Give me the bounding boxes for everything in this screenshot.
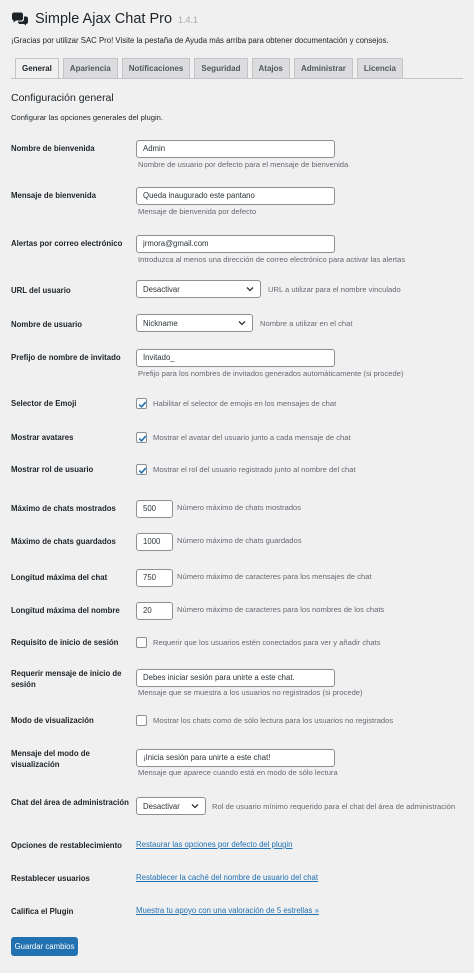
- setting-row-user-url: URL del usuario Desactivar URL a utiliza…: [0, 280, 474, 298]
- setting-description: Mostrar el rol del usuario registrado ju…: [153, 465, 356, 474]
- setting-label: Requisito de inicio de sesión: [11, 638, 119, 647]
- setting-label: Mostrar rol de usuario: [11, 465, 94, 474]
- setting-description: Nombre a utilizar en el chat: [260, 319, 353, 328]
- max-saved-input[interactable]: [136, 532, 173, 551]
- setting-label: Selector de Emoji: [11, 399, 77, 408]
- max-length-name-input[interactable]: [136, 601, 173, 620]
- setting-description: Número máximo de chats mostrados: [177, 503, 302, 512]
- reset-users-link[interactable]: Restablecer la caché del nombre de usuar…: [136, 873, 318, 882]
- select-value: Desactivar: [143, 801, 180, 811]
- setting-description: Número máximo de caracteres para los men…: [177, 572, 372, 581]
- welcome-message-input[interactable]: [136, 186, 335, 205]
- max-shown-input[interactable]: [136, 499, 173, 518]
- tab-divider: [11, 78, 463, 79]
- admin-chat-select[interactable]: Desactivar: [136, 797, 206, 815]
- settings-tabs: General Apariencia Notificaciones Seguri…: [15, 58, 407, 79]
- setting-description: Rol de usuario mínimo requerido para el …: [212, 802, 456, 811]
- page-title: Simple Ajax Chat Pro: [35, 11, 173, 27]
- checkmark-icon: [138, 435, 147, 442]
- setting-label: Prefijo de nombre de invitado: [11, 353, 121, 362]
- setting-description: Prefijo para los nombres de invitados ge…: [138, 369, 404, 378]
- setting-description: Mensaje de bienvenida por defecto: [138, 207, 257, 216]
- setting-row-emoji: Selector de Emoji Habilitar el selector …: [0, 398, 474, 409]
- setting-label: URL del usuario: [11, 286, 71, 295]
- checkmark-icon: [138, 467, 147, 474]
- tab-apariencia[interactable]: Apariencia: [62, 58, 118, 78]
- setting-label: Mensaje de bienvenida: [11, 191, 96, 200]
- setting-row-view-mode: Modo de visualización Mostrar los chats …: [0, 715, 474, 726]
- tab-licencia[interactable]: Licencia: [356, 58, 403, 78]
- guest-prefix-input[interactable]: [136, 348, 335, 367]
- setting-description: Habilitar el selector de emojis en los m…: [153, 399, 337, 408]
- setting-description: Número máximo de chats guardados: [177, 536, 302, 545]
- username-select[interactable]: Nickname: [136, 314, 253, 332]
- reset-options-link[interactable]: Restaurar las opciones por defecto del p…: [136, 840, 292, 849]
- setting-label: Califica el Plugin: [11, 907, 74, 916]
- setting-description: Nombre de usuario por defecto para el me…: [138, 160, 349, 169]
- setting-label: Opciones de restablecimiento: [11, 841, 122, 850]
- settings-page: Simple Ajax Chat Pro 1.4.1 ¡Gracias por …: [0, 0, 474, 973]
- setting-description: Requerir que los usuarios estén conectad…: [153, 638, 381, 647]
- setting-label: Nombre de bienvenida: [11, 144, 95, 153]
- setting-label: Alertas por correo electrónico: [11, 239, 123, 248]
- setting-label: Restablecer usuarios: [11, 874, 90, 883]
- setting-row-admin-chat: Chat del área de administración Desactiv…: [0, 797, 474, 815]
- setting-description: Mostrar el avatar del usuario junto a ca…: [153, 433, 351, 442]
- tab-atajos[interactable]: Atajos: [251, 58, 290, 78]
- section-description: Configurar las opciones generales del pl…: [11, 113, 163, 122]
- select-value: Desactivar: [143, 284, 180, 294]
- checkmark-icon: [138, 401, 147, 408]
- version-badge: 1.4.1: [178, 15, 199, 25]
- welcome-name-input[interactable]: [136, 139, 335, 158]
- setting-label: Máximo de chats guardados: [11, 537, 116, 546]
- setting-label: Chat del área de administración: [11, 798, 129, 807]
- setting-description: Mensaje que aparece cuando está en modo …: [138, 768, 338, 777]
- setting-label: Longitud máxima del nombre: [11, 606, 120, 615]
- setting-label: Nombre de usuario: [11, 320, 83, 329]
- tab-administrar[interactable]: Administrar: [293, 58, 353, 78]
- setting-label: Requerir mensaje de inicio de sesión: [11, 669, 122, 689]
- section-title: Configuración general: [11, 92, 114, 104]
- page-header: Simple Ajax Chat Pro 1.4.1: [11, 9, 198, 29]
- setting-label: Mostrar avatares: [11, 433, 74, 442]
- email-alerts-input[interactable]: [136, 234, 335, 253]
- setting-description: Número máximo de caracteres para los nom…: [177, 605, 385, 614]
- intro-text: ¡Gracias por utilizar SAC Pro! Visite la…: [11, 36, 389, 45]
- setting-row-user-role: Mostrar rol de usuario Mostrar el rol de…: [0, 464, 474, 475]
- tab-seguridad[interactable]: Seguridad: [194, 58, 248, 78]
- login-required-checkbox[interactable]: [136, 637, 147, 648]
- setting-row-login-required: Requisito de inicio de sesión Requerir q…: [0, 637, 474, 648]
- view-mode-checkbox[interactable]: [136, 715, 147, 726]
- setting-label: Longitud máxima del chat: [11, 573, 108, 582]
- setting-description: Mensaje que se muestra a los usuarios no…: [138, 688, 363, 697]
- emoji-checkbox[interactable]: [136, 398, 147, 409]
- setting-row-username: Nombre de usuario Nickname Nombre a util…: [0, 314, 474, 332]
- rate-plugin-link[interactable]: Muestra tu apoyo con una valoración de 5…: [136, 906, 319, 915]
- view-mode-message-input[interactable]: [136, 748, 335, 767]
- avatars-checkbox[interactable]: [136, 432, 147, 443]
- save-changes-button[interactable]: Guardar cambios: [11, 937, 78, 956]
- chevron-down-icon: [246, 287, 254, 292]
- setting-row-avatars: Mostrar avatares Mostrar el avatar del u…: [0, 432, 474, 443]
- user-role-checkbox[interactable]: [136, 464, 147, 475]
- setting-label: Mensaje del modo de visualización: [11, 749, 90, 769]
- tab-general[interactable]: General: [15, 58, 59, 79]
- setting-description: Mostrar los chats como de sólo lectura p…: [153, 716, 394, 725]
- max-length-chat-input[interactable]: [136, 568, 173, 587]
- setting-label: Máximo de chats mostrados: [11, 504, 116, 513]
- setting-label: Modo de visualización: [11, 716, 94, 725]
- tab-notificaciones[interactable]: Notificaciones: [121, 58, 191, 78]
- login-message-input[interactable]: [136, 668, 335, 687]
- chevron-down-icon: [238, 321, 246, 326]
- chat-bubbles-icon: [12, 12, 28, 26]
- setting-description: URL a utilizar para el nombre vinculado: [268, 285, 401, 294]
- select-value: Nickname: [143, 318, 178, 328]
- user-url-select[interactable]: Desactivar: [136, 280, 261, 298]
- chevron-down-icon: [191, 804, 199, 809]
- setting-description: Introduzca al menos una dirección de cor…: [138, 255, 406, 264]
